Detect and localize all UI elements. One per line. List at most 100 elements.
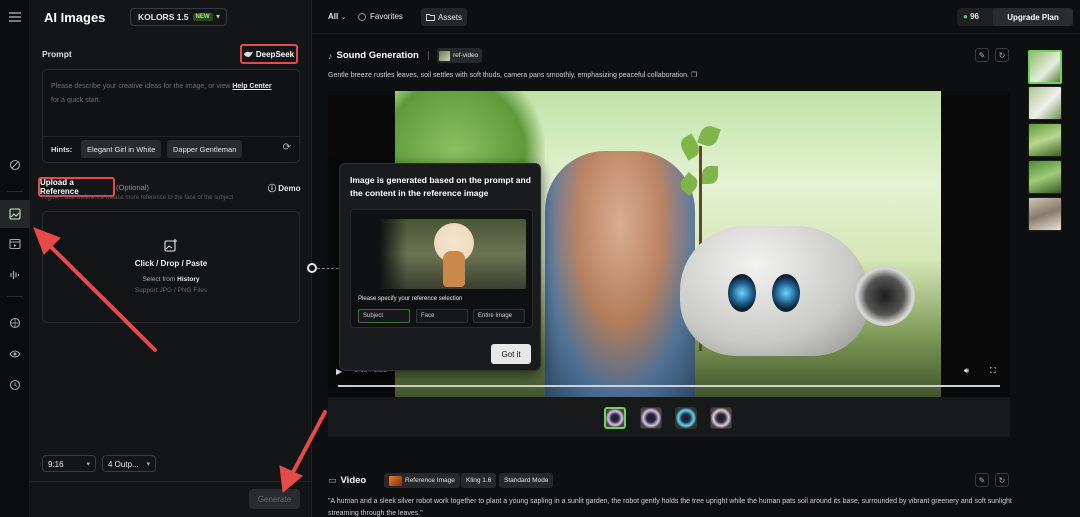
edit-button[interactable]: ✎ — [975, 473, 989, 487]
page-title: AI Images — [44, 10, 106, 25]
regenerate-button[interactable]: ↻ — [995, 48, 1009, 62]
got-it-button[interactable]: Got it — [491, 344, 531, 364]
reference-thumbnail — [389, 475, 402, 486]
refresh-icon[interactable]: ⟳ — [283, 142, 291, 153]
reference-tooltip: Image is generated based on the prompt a… — [339, 163, 541, 371]
whale-icon — [243, 50, 253, 57]
feed-topbar: All ⌄ Favorites Assets ● 96 Upgrade Plan — [312, 0, 1080, 34]
tooltip-question: Please specify your reference selection — [358, 296, 463, 302]
dropzone-history: Select from History — [142, 276, 200, 283]
prompt-input[interactable]: Please describe your creative ideas for … — [42, 69, 300, 163]
rail-divider — [7, 296, 23, 297]
dropzone-title: Click / Drop / Paste — [134, 259, 208, 268]
effects-icon[interactable] — [6, 156, 24, 174]
community-icon[interactable] — [6, 345, 24, 363]
tooltip-preview: Please specify your reference selection … — [350, 209, 533, 328]
tooltip-title: Image is generated based on the prompt a… — [350, 175, 531, 198]
sound-variants-row — [328, 397, 1010, 437]
sound-variant-thumb[interactable] — [675, 407, 697, 429]
sound-description: Gentle breeze rustles leaves, soil settl… — [328, 72, 698, 79]
deepseek-label: DeepSeek — [255, 49, 295, 59]
connector-line — [317, 268, 339, 269]
history-thumbnail[interactable] — [1028, 123, 1062, 157]
credit-icon: ● — [963, 12, 968, 21]
fullscreen-icon[interactable]: ⛶ — [990, 366, 996, 376]
regenerate-button[interactable]: ↻ — [995, 473, 1009, 487]
prompt-placeholder: Please describe your creative ideas for … — [51, 83, 272, 104]
reference-option-entire-image[interactable]: Entire Image — [473, 309, 525, 323]
video-progress-bar[interactable] — [338, 385, 1000, 387]
new-badge: NEW — [192, 13, 213, 21]
ref-video-thumbnail — [439, 50, 450, 61]
reference-option-subject[interactable]: Subject — [358, 309, 410, 323]
reference-dropzone[interactable]: Click / Drop / Paste Select from History… — [42, 211, 300, 323]
sound-variant-thumb[interactable] — [710, 407, 732, 429]
pencil-icon: ✎ — [978, 50, 986, 60]
generation-panel: AI Images KOLORS 1.5 NEW ▾ Prompt DeepSe… — [30, 0, 312, 517]
mode-tag: Standard Mode — [499, 473, 554, 488]
connector-dot — [307, 263, 317, 273]
image-icon[interactable] — [0, 200, 30, 228]
volume-icon[interactable]: 🔊︎ — [964, 366, 969, 376]
history-icon[interactable] — [6, 376, 24, 394]
ref-video-tag[interactable]: ref-video — [437, 48, 483, 63]
copy-icon[interactable]: ❐ — [691, 72, 697, 79]
title-divider — [428, 51, 429, 60]
models-icon[interactable] — [6, 314, 24, 332]
folder-icon — [426, 14, 435, 21]
demo-button[interactable]: ⓘ Demo — [268, 183, 300, 194]
reference-note: Higher Face Reference means more referen… — [42, 195, 234, 201]
sound-variant-thumb[interactable] — [604, 407, 626, 429]
model-select[interactable]: KOLORS 1.5 NEW ▾ — [130, 8, 227, 26]
history-link[interactable]: History — [177, 276, 199, 283]
edit-button[interactable]: ✎ — [975, 48, 989, 62]
history-thumbnail[interactable] — [1028, 50, 1062, 84]
reference-image-tag[interactable]: Reference Image — [384, 473, 460, 488]
reference-example-image — [379, 219, 526, 289]
hint-chip[interactable]: Elegant Girl in White — [81, 140, 162, 158]
upload-reference-label: Upload a Reference — [38, 177, 115, 197]
deepseek-button[interactable]: DeepSeek — [240, 44, 298, 64]
history-thumbnail[interactable] — [1028, 197, 1062, 231]
redo-icon: ↻ — [998, 50, 1006, 60]
sound-icon: ♪ — [328, 50, 333, 61]
aspect-ratio-select[interactable]: 9:16 ▾ — [42, 455, 96, 472]
checkbox-icon — [358, 12, 366, 21]
model-tag: Kling 1.6 — [461, 473, 497, 488]
video-description: "A human and a sleek silver robot work t… — [328, 498, 1012, 517]
rail-divider — [7, 191, 23, 192]
menu-icon[interactable] — [6, 8, 24, 26]
hint-chip[interactable]: Dapper Gentleman — [167, 140, 243, 158]
sound-variant-thumb[interactable] — [640, 407, 662, 429]
assets-button[interactable]: Assets — [421, 8, 467, 26]
model-name: KOLORS 1.5 — [138, 12, 189, 22]
outputs-select[interactable]: 4 Outp... ▾ — [102, 455, 156, 472]
dropzone-support: Support JPG / PNG Files — [134, 287, 208, 294]
reference-option-face[interactable]: Face — [416, 309, 468, 323]
chevron-down-icon: ⌄ — [340, 14, 347, 21]
chevron-down-icon: ▾ — [215, 12, 220, 21]
left-nav-rail — [0, 0, 30, 517]
filter-all-select[interactable]: All ⌄ — [328, 12, 346, 21]
upgrade-plan-button[interactable]: Upgrade Plan — [993, 8, 1073, 26]
help-center-link[interactable]: Help Center — [232, 83, 271, 90]
audio-icon[interactable] — [6, 266, 24, 284]
generate-button[interactable]: Generate — [249, 489, 300, 509]
history-thumbnail[interactable] — [1028, 160, 1062, 194]
credits-count: ● 96 — [963, 12, 979, 21]
history-thumbnail[interactable] — [1028, 86, 1062, 120]
panel-divider — [30, 481, 312, 482]
video-camera-icon: ▭ — [328, 475, 337, 485]
video-title: ▭ Video — [328, 475, 367, 486]
sound-generation-title: ♪ Sound Generation — [328, 50, 419, 61]
hints-row: Hints: Elegant Girl in White Dapper Gent… — [43, 136, 299, 162]
redo-icon: ↻ — [998, 475, 1006, 485]
favorites-toggle[interactable]: Favorites — [358, 12, 403, 21]
chevron-down-icon: ▾ — [86, 461, 90, 468]
hints-label: Hints: — [51, 145, 73, 154]
video-icon[interactable] — [6, 235, 24, 253]
credits-area: ● 96 Upgrade Plan — [957, 8, 1073, 26]
upload-image-icon — [164, 239, 178, 255]
pencil-icon: ✎ — [978, 475, 986, 485]
optional-label: (Optional) — [116, 183, 149, 192]
